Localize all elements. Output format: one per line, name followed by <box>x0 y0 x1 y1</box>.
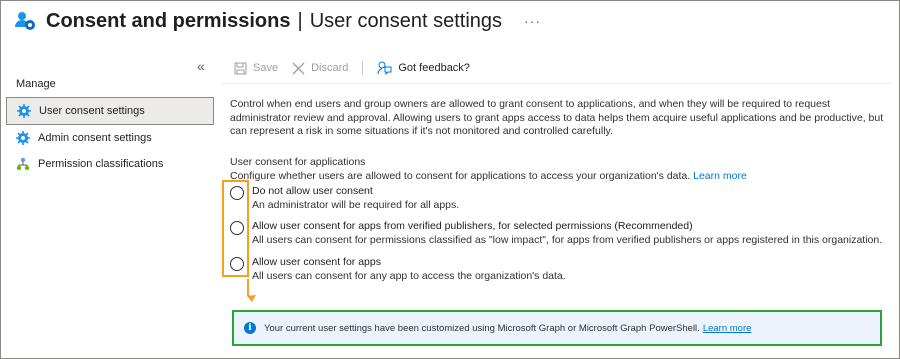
option-label: Do not allow user consent <box>252 185 373 197</box>
sidebar-item-label: Permission classifications <box>38 158 164 170</box>
option-do-not-allow[interactable]: Do not allow user consent An administrat… <box>230 184 459 212</box>
info-banner-text: Your current user settings have been cus… <box>264 322 700 334</box>
option-verified-publishers[interactable]: Allow user consent for apps from verifie… <box>230 219 882 247</box>
sidebar-section-title: Manage <box>16 78 56 90</box>
option-allow-all-apps[interactable]: Allow user consent for apps All users ca… <box>230 255 566 283</box>
option-sublabel: All users can consent for permissions cl… <box>252 234 883 246</box>
feedback-label: Got feedback? <box>398 62 470 74</box>
sidebar-item-label: Admin consent settings <box>38 132 152 144</box>
arrow-down-icon <box>247 279 256 302</box>
save-button[interactable]: Save <box>234 62 278 75</box>
discard-button[interactable]: Discard <box>292 62 348 75</box>
toolbar-divider-line <box>222 83 892 84</box>
sidebar-item-permission-classifications[interactable]: Permission classifications <box>6 151 214 177</box>
collapse-sidebar-icon[interactable]: « <box>197 58 205 74</box>
save-label: Save <box>253 62 279 74</box>
gear-icon <box>16 131 30 145</box>
toolbar-divider <box>362 61 364 75</box>
more-options-icon[interactable]: ··· <box>524 13 541 29</box>
sidebar-item-label: User consent settings <box>39 105 145 117</box>
hierarchy-icon <box>16 157 30 171</box>
command-bar: Save Discard Got feedback? <box>234 58 484 78</box>
radio-highlight-box <box>222 180 249 277</box>
page-description: Control when end users and group owners … <box>230 98 884 137</box>
info-icon: i <box>244 322 256 334</box>
feedback-icon <box>377 61 392 75</box>
option-label: Allow user consent for apps <box>252 256 381 268</box>
discard-icon <box>292 62 305 74</box>
sidebar-nav: User consent settings Admin consent sett… <box>6 97 214 177</box>
option-label: Allow user consent for apps from verifie… <box>252 220 693 232</box>
page-subtitle: User consent settings <box>309 9 503 32</box>
consent-permissions-icon <box>15 12 35 30</box>
section-description-text: Configure whether users are allowed to c… <box>230 170 691 182</box>
discard-label: Discard <box>311 62 349 74</box>
gear-icon <box>17 104 31 118</box>
sidebar-item-user-consent-settings[interactable]: User consent settings <box>6 97 214 125</box>
info-learn-more-link[interactable]: Learn more <box>703 323 752 334</box>
sidebar-item-admin-consent-settings[interactable]: Admin consent settings <box>6 125 214 151</box>
page-header: Consent and permissions | User consent s… <box>14 6 541 36</box>
page-title: Consent and permissions <box>46 9 291 32</box>
option-sublabel: An administrator will be required for al… <box>252 199 460 211</box>
title-separator: | <box>297 9 303 32</box>
section-title: User consent for applications <box>230 156 366 168</box>
option-sublabel: All users can consent for any app to acc… <box>252 270 566 282</box>
save-icon <box>234 62 247 74</box>
learn-more-link[interactable]: Learn more <box>693 170 747 182</box>
feedback-button[interactable]: Got feedback? <box>377 61 470 75</box>
info-banner: i Your current user settings have been c… <box>232 310 882 346</box>
section-description: Configure whether users are allowed to c… <box>230 170 747 182</box>
